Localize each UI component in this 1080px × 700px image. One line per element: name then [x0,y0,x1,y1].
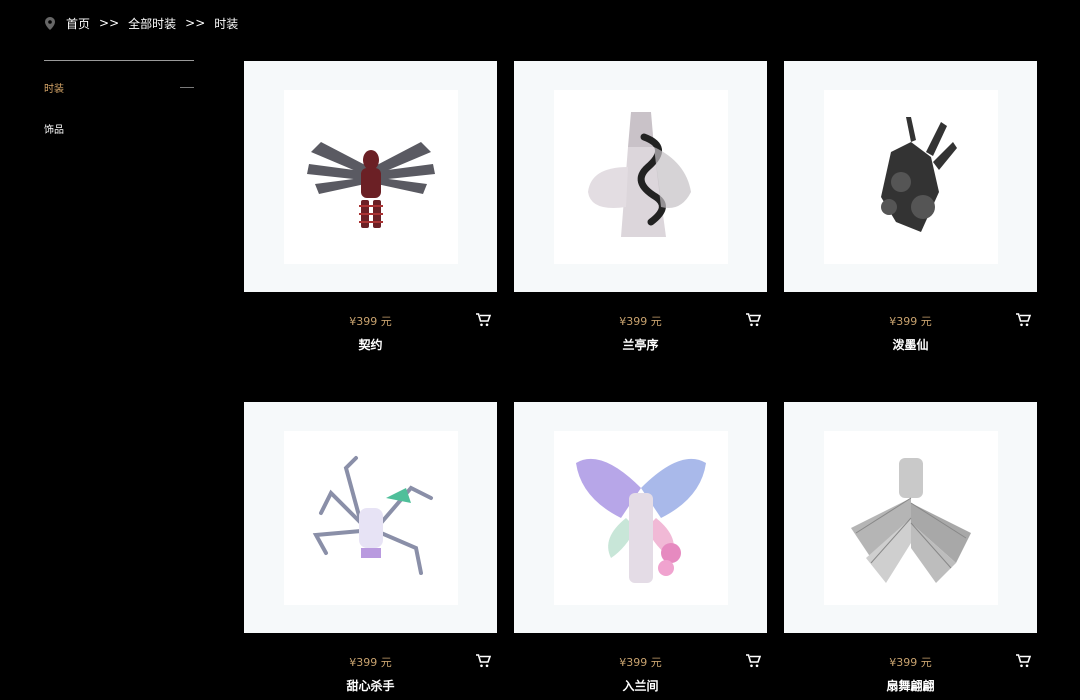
add-to-cart-button[interactable] [743,651,763,671]
spider-mech-outfit-icon [312,455,433,575]
product-name[interactable]: 泼墨仙 [784,336,1037,353]
product-price: ¥399 元 [889,656,932,669]
product-price: ¥399 元 [619,315,662,328]
add-to-cart-button[interactable] [1013,651,1033,671]
product-card[interactable]: ¥399 元 兰亭序 [514,61,767,352]
add-to-cart-button[interactable] [473,310,493,330]
product-image-frame[interactable] [514,402,767,633]
add-to-cart-button[interactable] [473,651,493,671]
product-price: ¥399 元 [619,656,662,669]
sidebar-item-label: 饰品 [44,124,64,136]
breadcrumb-home-link[interactable]: 首页 [66,15,90,32]
active-indicator [180,86,194,88]
sidebar-item-fashion[interactable]: 时装 [44,79,194,95]
add-to-cart-button[interactable] [1013,310,1033,330]
product-price: ¥399 元 [349,656,392,669]
sidebar-divider [44,60,194,61]
product-card[interactable]: ¥399 元 泼墨仙 [784,61,1037,352]
product-image-frame[interactable] [244,61,497,292]
product-name[interactable]: 甜心杀手 [244,677,497,694]
cart-icon [1015,313,1031,327]
fan-ruffle-dress-icon [850,457,971,583]
product-name[interactable]: 兰亭序 [514,336,767,353]
product-card[interactable]: ¥399 元 契约 [244,61,497,352]
ink-splash-dress-icon [880,116,957,232]
sidebar-item-label: 时装 [44,83,64,95]
product-price: ¥399 元 [889,315,932,328]
product-image-frame[interactable] [784,402,1037,633]
cart-icon [1015,654,1031,668]
product-card[interactable]: ¥399 元 甜心杀手 [244,402,497,693]
cart-icon [475,313,491,327]
product-card[interactable]: ¥399 元 扇舞翩翩 [784,402,1037,693]
location-pin-icon [44,16,56,30]
product-name[interactable]: 契约 [244,336,497,353]
category-sidebar: 时装 饰品 [44,60,194,136]
breadcrumb-all-fashion-link[interactable]: 全部时装 [128,15,176,32]
breadcrumb: 首页 >> 全部时装 >> 时装 [44,14,238,32]
breadcrumb-separator: >> [185,16,206,30]
product-name[interactable]: 扇舞翩翩 [784,677,1037,694]
product-name[interactable]: 入兰间 [514,677,767,694]
product-price: ¥399 元 [349,315,392,328]
cart-icon [745,313,761,327]
sidebar-item-accessories[interactable]: 饰品 [44,120,194,136]
cart-icon [745,654,761,668]
product-image-frame[interactable] [784,61,1037,292]
breadcrumb-current: 时装 [214,16,239,31]
butterfly-wing-dress-icon [575,458,706,583]
dress-with-dragon-icon [587,111,691,237]
breadcrumb-separator: >> [99,16,120,30]
winged-armor-figure-icon [306,141,435,228]
add-to-cart-button[interactable] [743,310,763,330]
product-image-frame[interactable] [244,402,497,633]
product-image-frame[interactable] [514,61,767,292]
cart-icon [475,654,491,668]
product-card[interactable]: ¥399 元 入兰间 [514,402,767,693]
